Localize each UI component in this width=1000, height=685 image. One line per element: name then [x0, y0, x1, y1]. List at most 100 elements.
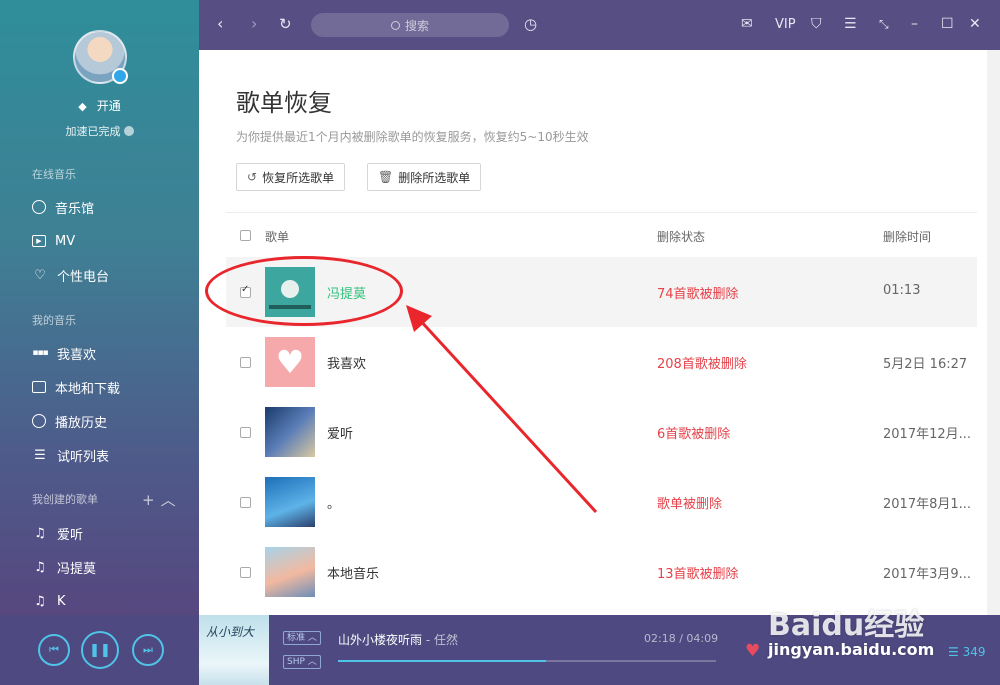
playlist-name: 本地音乐 — [327, 567, 380, 582]
sidebar-item-radio[interactable]: ♡ 个性电台 — [32, 264, 109, 286]
add-playlist-icon[interactable]: + — [142, 491, 161, 509]
header-playlist: 歌单 — [265, 230, 290, 244]
previous-button[interactable]: ⏮ — [38, 634, 70, 666]
table-header: 歌单 删除状态 删除时间 — [226, 212, 977, 254]
playlist-cover — [265, 267, 315, 317]
table-row[interactable]: 本地音乐 13首歌被删除 2017年3月9... — [226, 537, 977, 607]
restore-icon: ↺ — [247, 170, 258, 184]
like-bars-icon: ▪▪▪ — [32, 348, 48, 358]
music-hall-icon — [32, 200, 46, 214]
sidebar: ◆ 开通 加速已完成 在线音乐 音乐馆 ▶ MV ♡ 个性电台 我的音乐 ▪▪▪ 我喜欢… — [0, 0, 199, 615]
listen-identify-icon[interactable]: ◷ — [524, 14, 537, 34]
album-art[interactable]: 从小到大 — [199, 615, 269, 685]
like-heart-icon[interactable]: ♥ — [745, 641, 760, 661]
sidebar-item-playlist-k[interactable]: ♫ K — [32, 590, 65, 612]
vip-badge-icon — [112, 68, 128, 84]
restore-selected-button[interactable]: ↺ 恢复所选歌单 — [236, 163, 346, 191]
row-checkbox[interactable] — [240, 497, 251, 508]
diamond-icon: ◆ — [78, 100, 87, 113]
delete-status: 74首歌被删除 — [657, 287, 739, 302]
refresh-icon[interactable]: ↻ — [279, 14, 292, 34]
playlist-icon: ☰ — [34, 447, 46, 463]
playlist-name: 我喜欢 — [327, 357, 367, 372]
note-icon: ♫ — [34, 593, 46, 609]
pause-button[interactable]: ❚❚ — [81, 631, 119, 669]
monitor-icon — [32, 381, 46, 393]
mv-icon: ▶ — [32, 235, 46, 247]
sidebar-item-mv[interactable]: ▶ MV — [32, 230, 75, 252]
select-all-checkbox[interactable] — [240, 230, 251, 241]
mini-mode-icon[interactable]: ⤡ — [879, 14, 889, 34]
playlist-name: 。 — [327, 497, 341, 512]
now-playing: 山外小楼夜听雨 - 任然 — [338, 633, 458, 647]
playlist-cover — [265, 477, 315, 527]
table-row[interactable]: 爱听 6首歌被删除 2017年12月... — [226, 397, 977, 467]
sidebar-item-local[interactable]: 本地和下载 — [32, 376, 120, 398]
cover-art-icon — [269, 280, 311, 309]
next-button[interactable]: ⏭ — [132, 634, 164, 666]
progress-bar[interactable] — [338, 660, 716, 662]
top-bar: ‹ › ↻ 搜索 ◷ ✉ VIP ⛉ ☰ ⤡ – ☐ ✕ — [199, 0, 1000, 50]
close-icon[interactable]: ✕ — [969, 14, 981, 34]
song-artist[interactable]: 任然 — [434, 633, 458, 647]
progress-fill — [338, 660, 546, 662]
song-title: 山外小楼夜听雨 — [338, 633, 423, 647]
skin-icon[interactable]: ⛉ — [811, 14, 822, 34]
page-title: 歌单恢复 — [236, 89, 332, 117]
vip-button[interactable]: VIP — [775, 17, 796, 32]
table-row[interactable]: ♥ 我喜欢 208首歌被删除 5月2日 16:27 — [226, 327, 977, 397]
forward-icon[interactable]: › — [251, 14, 257, 34]
playlist-name: 爱听 — [327, 427, 354, 442]
row-checkbox[interactable] — [240, 357, 251, 368]
vip-open-link[interactable]: ◆ 开通 — [0, 97, 199, 114]
row-checkbox[interactable] — [240, 284, 251, 298]
sidebar-item-history[interactable]: 播放历史 — [32, 410, 107, 432]
minimize-icon[interactable]: – — [911, 14, 918, 34]
section-created-playlists: 我创建的歌单 — [32, 493, 98, 506]
sidebar-item-liked[interactable]: ▪▪▪ 我喜欢 — [32, 342, 96, 364]
heart-icon: ♥ — [275, 343, 305, 381]
scrollbar[interactable] — [987, 50, 1000, 615]
delete-status: 6首歌被删除 — [657, 427, 731, 442]
search-input[interactable]: 搜索 — [311, 13, 509, 37]
format-selector[interactable]: SHP ︿ — [283, 655, 321, 669]
section-actions: +︿ — [142, 489, 182, 510]
playlist-queue-icon: ☰ — [948, 645, 963, 659]
playlist-cover — [265, 547, 315, 597]
page-description: 为你提供最近1个月内被删除歌单的恢复服务，恢复约5~10秒生效 — [236, 130, 589, 144]
back-icon[interactable]: ‹ — [217, 14, 223, 34]
search-icon — [390, 20, 400, 30]
menu-icon[interactable]: ☰ — [844, 14, 857, 34]
playlist-cover — [265, 407, 315, 457]
quality-selector[interactable]: 标准 ︿ — [283, 631, 321, 645]
header-delete-status: 删除状态 — [657, 230, 706, 244]
mail-icon[interactable]: ✉ — [741, 14, 753, 34]
row-checkbox[interactable] — [240, 567, 251, 578]
main-panel: 歌单恢复 为你提供最近1个月内被删除歌单的恢复服务，恢复约5~10秒生效 ↺ 恢复… — [199, 50, 987, 615]
delete-selected-button[interactable]: 🗑 删除所选歌单 — [367, 163, 482, 191]
sidebar-item-playlist-aiting[interactable]: ♫ 爱听 — [32, 522, 83, 544]
note-icon: ♫ — [34, 525, 46, 541]
sidebar-item-music-hall[interactable]: 音乐馆 — [32, 196, 94, 218]
sidebar-item-playlist-fengtimo[interactable]: ♫ 冯提莫 — [32, 556, 96, 578]
delete-status: 歌单被删除 — [657, 497, 723, 512]
player-bar: ⏮ ❚❚ ⏭ 从小到大 标准 ︿ SHP ︿ 山外小楼夜听雨 - 任然 02:1… — [0, 615, 1000, 685]
table-row[interactable]: 冯提莫 74首歌被删除 01:13 — [226, 257, 977, 327]
playlist-count[interactable]: ☰ 349 — [948, 645, 985, 659]
delete-status: 13首歌被删除 — [657, 567, 739, 582]
accel-check-icon — [123, 126, 134, 136]
section-online-music: 在线音乐 — [32, 168, 76, 181]
radio-heart-icon: ♡ — [34, 267, 46, 283]
maximize-icon[interactable]: ☐ — [941, 14, 954, 34]
playlist-cover: ♥ — [265, 337, 315, 387]
trash-icon: 🗑 — [378, 170, 394, 184]
album-title-art: 从小到大 — [206, 625, 255, 639]
delete-time: 01:13 — [883, 283, 921, 298]
table-row[interactable]: 。 歌单被删除 2017年8月1... — [226, 467, 977, 537]
delete-status: 208首歌被删除 — [657, 357, 747, 372]
collapse-chevron-icon[interactable]: ︿ — [161, 491, 182, 509]
note-icon: ♫ — [34, 559, 46, 575]
row-checkbox[interactable] — [240, 427, 251, 438]
sidebar-item-trial-list[interactable]: ☰ 试听列表 — [32, 444, 109, 466]
delete-time: 5月2日 16:27 — [883, 357, 968, 372]
